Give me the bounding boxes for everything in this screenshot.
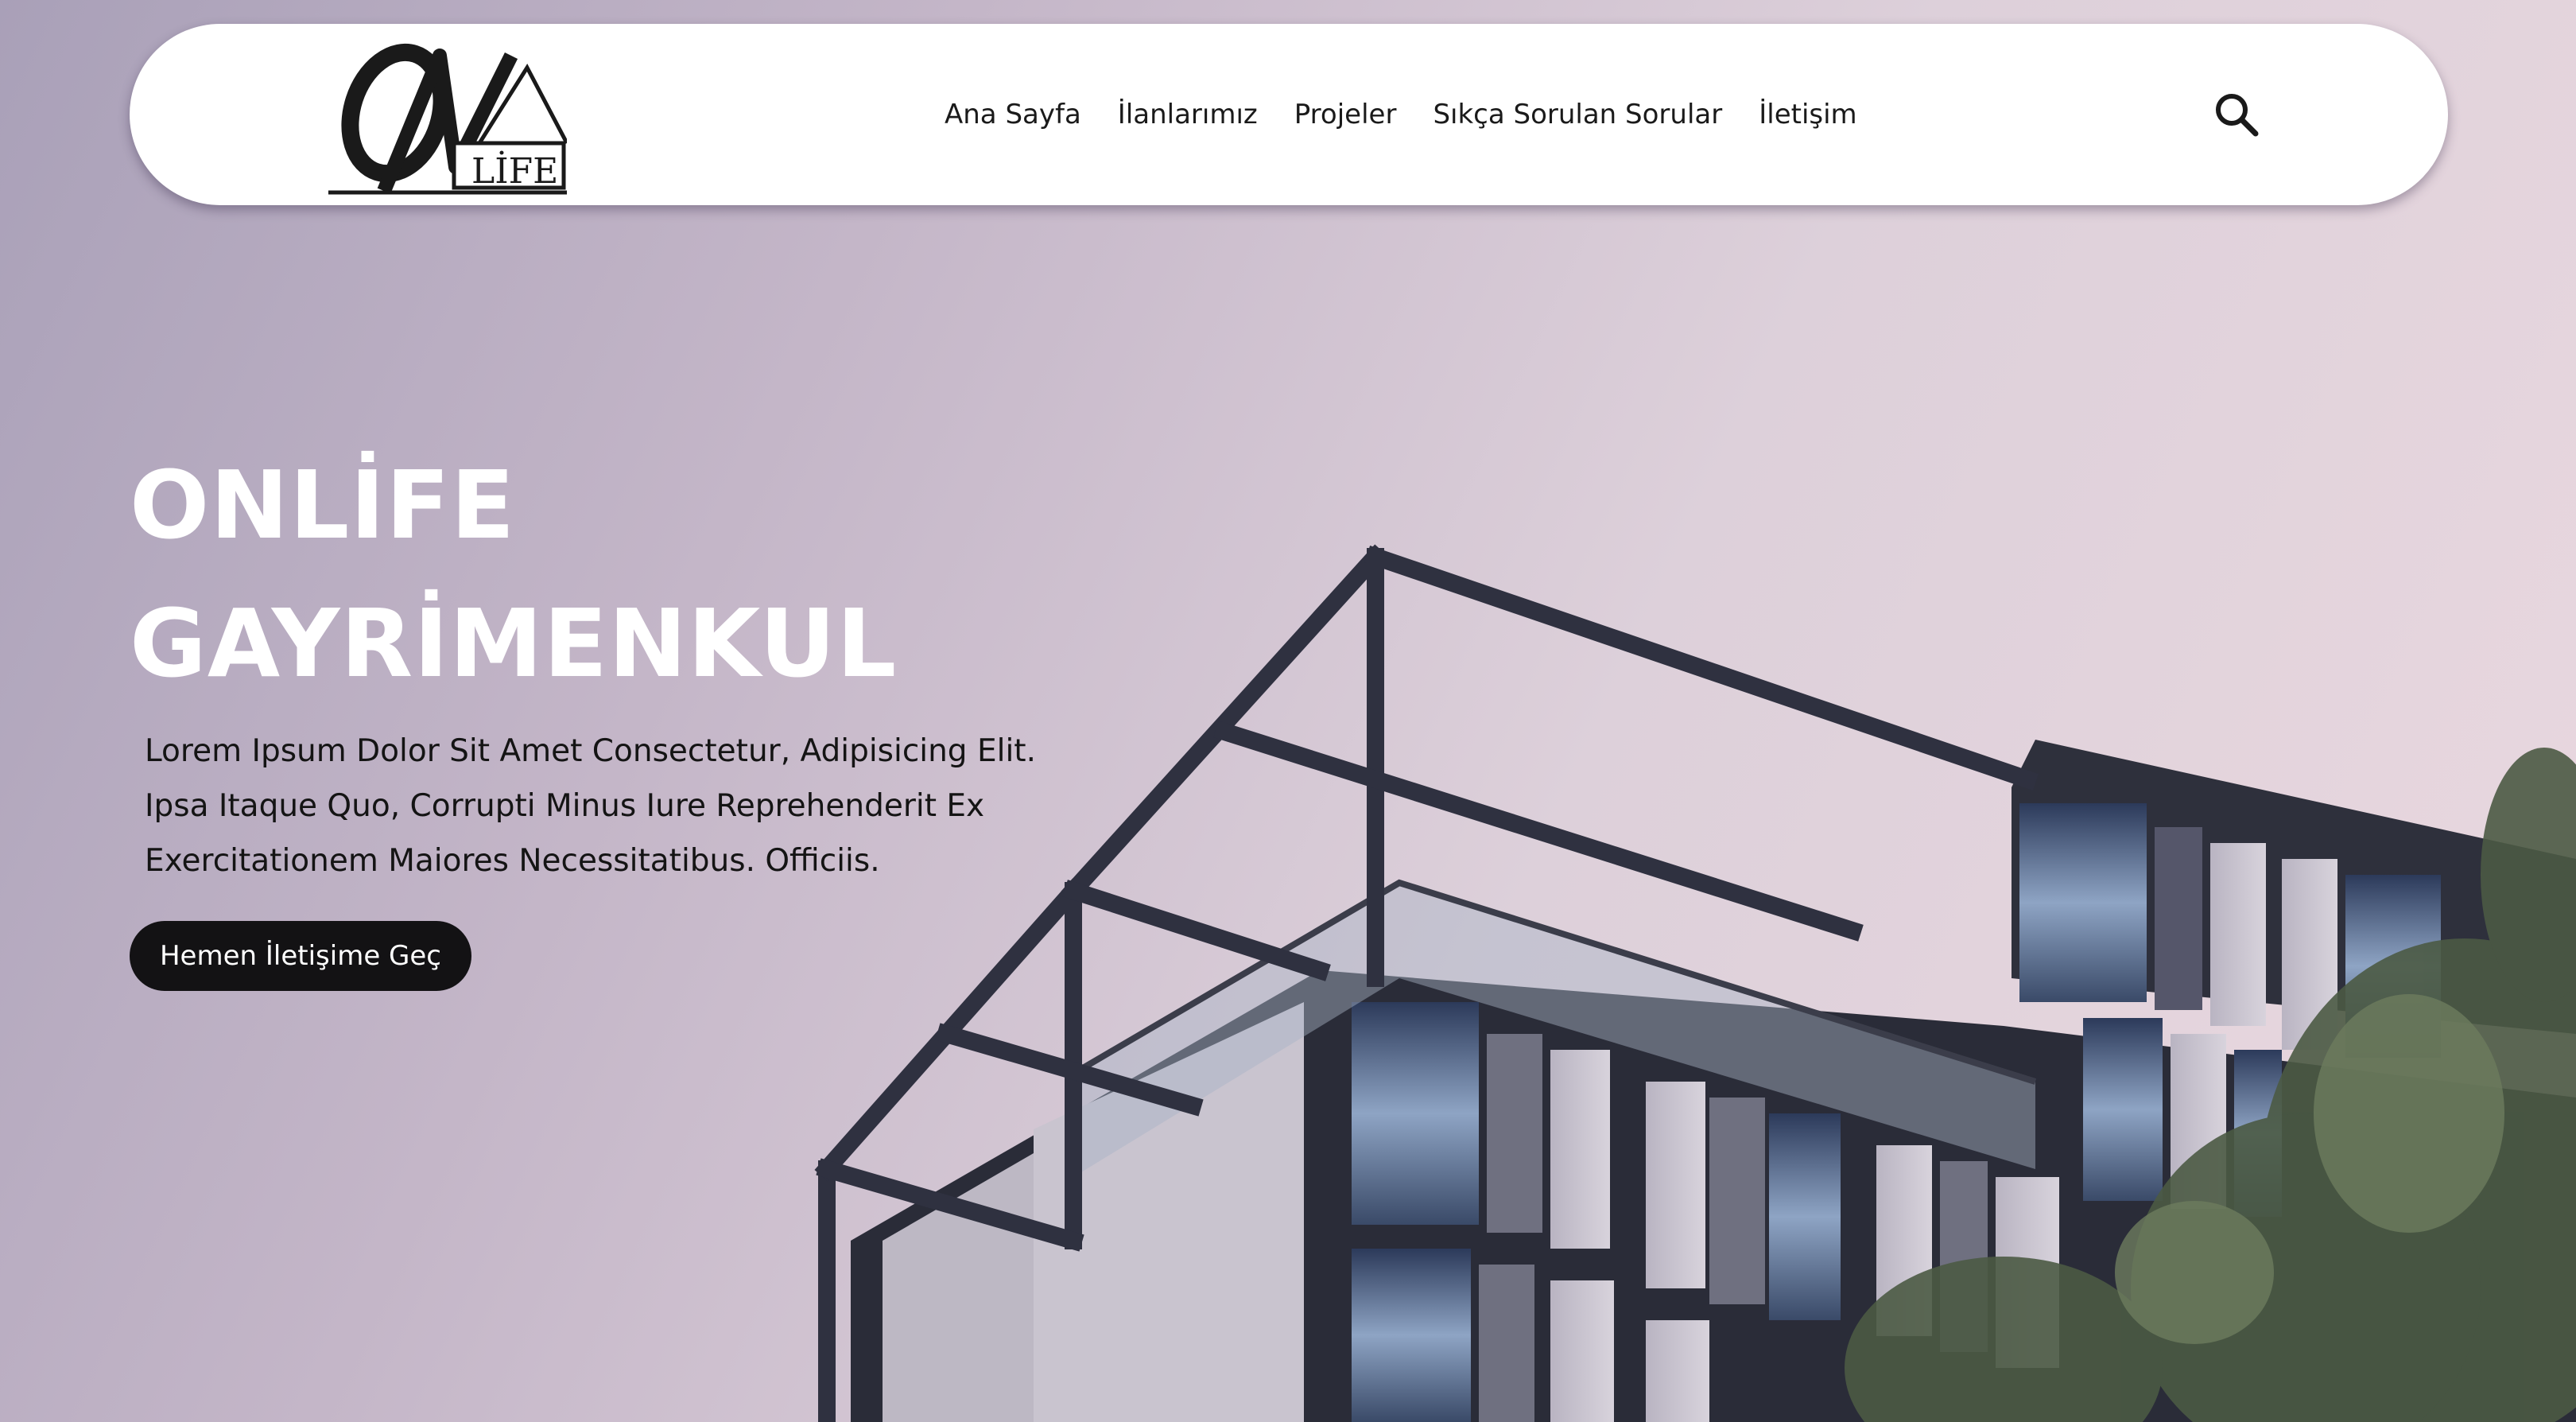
- logo-text: LİFE: [471, 150, 558, 192]
- site-header: LİFE Ana Sayfa İlanlarımız Projeler Sıkç…: [130, 24, 2448, 205]
- nav-home[interactable]: Ana Sayfa: [945, 99, 1081, 130]
- nav-projects[interactable]: Projeler: [1294, 99, 1397, 130]
- main-nav: Ana Sayfa İlanlarımız Projeler Sıkça Sor…: [945, 24, 1857, 205]
- hero-title-line-2: GAYRİMENKUL: [130, 589, 898, 698]
- nav-faq[interactable]: Sıkça Sorulan Sorular: [1433, 99, 1722, 130]
- contact-now-button[interactable]: Hemen İletişime Geç: [130, 921, 471, 991]
- hero-title: ONLİFE GAYRİMENKUL: [130, 436, 897, 713]
- hero-title-line-1: ONLİFE: [130, 450, 516, 560]
- nav-contact[interactable]: İletişim: [1759, 99, 1856, 130]
- onlife-logo-icon: LİFE: [328, 43, 567, 195]
- page: LİFE Ana Sayfa İlanlarımız Projeler Sıkç…: [0, 0, 2576, 1422]
- hero-description: Lorem Ipsum Dolor Sit Amet Consectetur, …: [145, 733, 1036, 879]
- logo[interactable]: LİFE: [328, 24, 567, 205]
- nav-listings[interactable]: İlanlarımız: [1118, 99, 1258, 130]
- search-icon: [2216, 94, 2259, 137]
- search-button[interactable]: [2213, 91, 2260, 138]
